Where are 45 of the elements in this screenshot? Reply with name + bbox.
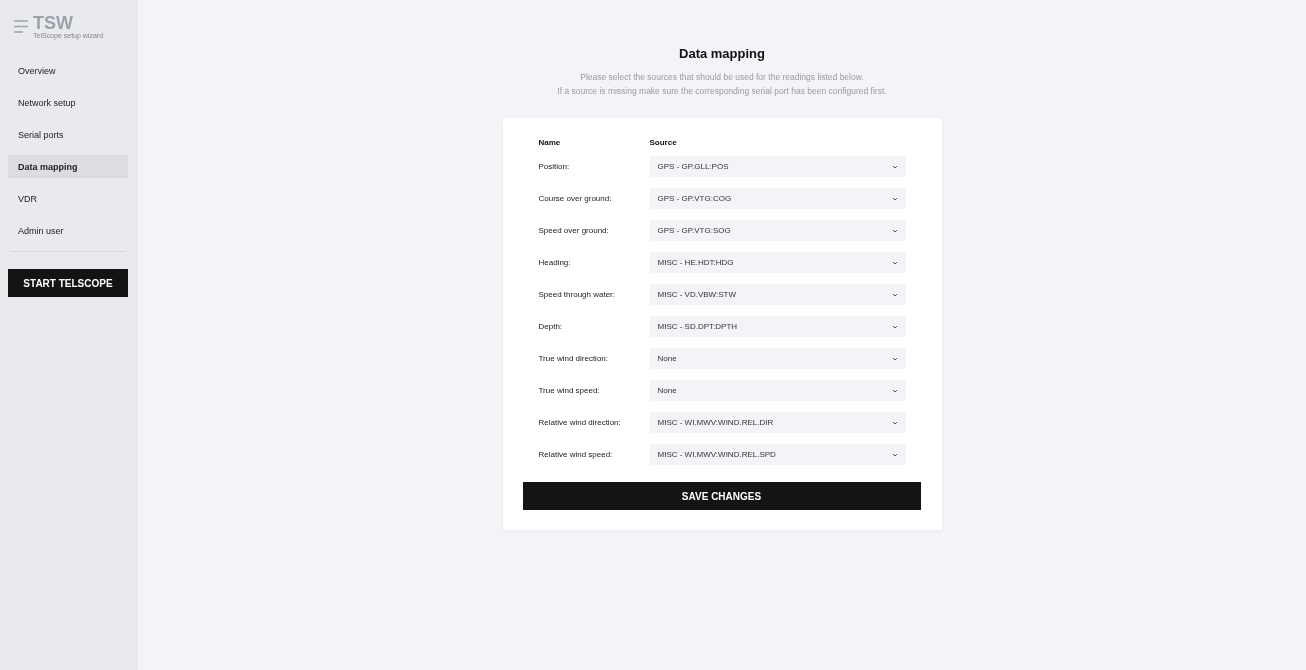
chevron-down-icon <box>891 228 898 233</box>
source-select[interactable]: None <box>649 380 906 401</box>
sidebar-item[interactable]: Serial ports <box>8 123 128 146</box>
source-select[interactable]: GPS - GP.VTG:SOG <box>649 220 906 241</box>
reading-label: Position: <box>538 162 571 171</box>
source-select[interactable]: GPS - GP.GLL:POS <box>649 156 906 177</box>
source-select[interactable]: None <box>649 348 906 369</box>
sidebar-item[interactable]: Network setup <box>8 91 128 114</box>
source-select[interactable]: MISC - SD.DPT:DPTH <box>649 316 906 337</box>
reading-label: Heading: <box>538 258 572 267</box>
reading-label: Relative wind speed: <box>538 450 614 459</box>
chevron-down-icon <box>891 324 898 329</box>
chevron-down-icon <box>891 356 898 361</box>
start-button[interactable]: START TELSCOPE <box>8 269 128 297</box>
source-select[interactable]: MISC - WI.MWV:WIND.REL.SPD <box>649 444 906 465</box>
chevron-down-icon <box>891 292 898 297</box>
page-title: Data mapping <box>679 46 765 61</box>
chevron-down-icon <box>891 260 898 265</box>
chevron-down-icon <box>891 388 898 393</box>
source-select[interactable]: MISC - WI.MWV:WIND.REL.DIR <box>649 412 906 433</box>
sidebar-item[interactable]: Admin user <box>8 219 128 242</box>
menu-icon[interactable] <box>14 20 28 33</box>
reading-label: True wind speed: <box>538 386 601 395</box>
reading-label: Course over ground: <box>538 194 613 203</box>
chevron-down-icon <box>891 420 898 425</box>
reading-label: Depth: <box>538 322 564 331</box>
column-header: Source <box>649 138 678 147</box>
source-select[interactable]: GPS - GP.VTG:COG <box>649 188 906 209</box>
reading-label: Speed through water: <box>538 290 616 299</box>
save-button[interactable]: SAVE CHANGES <box>522 482 921 510</box>
chevron-down-icon <box>891 164 898 169</box>
reading-label: Speed over ground: <box>538 226 610 235</box>
sidebar-item[interactable]: VDR <box>8 187 128 210</box>
page-description: Please select the sources that should be used for the readings listed below. <box>580 71 864 84</box>
source-select[interactable]: MISC - HE.HDT:HDG <box>649 252 906 273</box>
reading-label: Relative wind direction: <box>538 418 622 427</box>
chevron-down-icon <box>891 196 898 201</box>
app-logo-text: TSW <box>33 14 74 32</box>
page-description: If a source is missing make sure the corresponding serial port has been configured first. <box>557 85 887 98</box>
sidebar-item[interactable]: Overview <box>8 59 128 82</box>
sidebar-item[interactable]: Data mapping <box>8 155 128 178</box>
chevron-down-icon <box>891 452 898 457</box>
source-select[interactable]: MISC - VD.VBW:STW <box>649 284 906 305</box>
column-header: Name <box>538 138 562 147</box>
reading-label: True wind direction: <box>538 354 609 363</box>
